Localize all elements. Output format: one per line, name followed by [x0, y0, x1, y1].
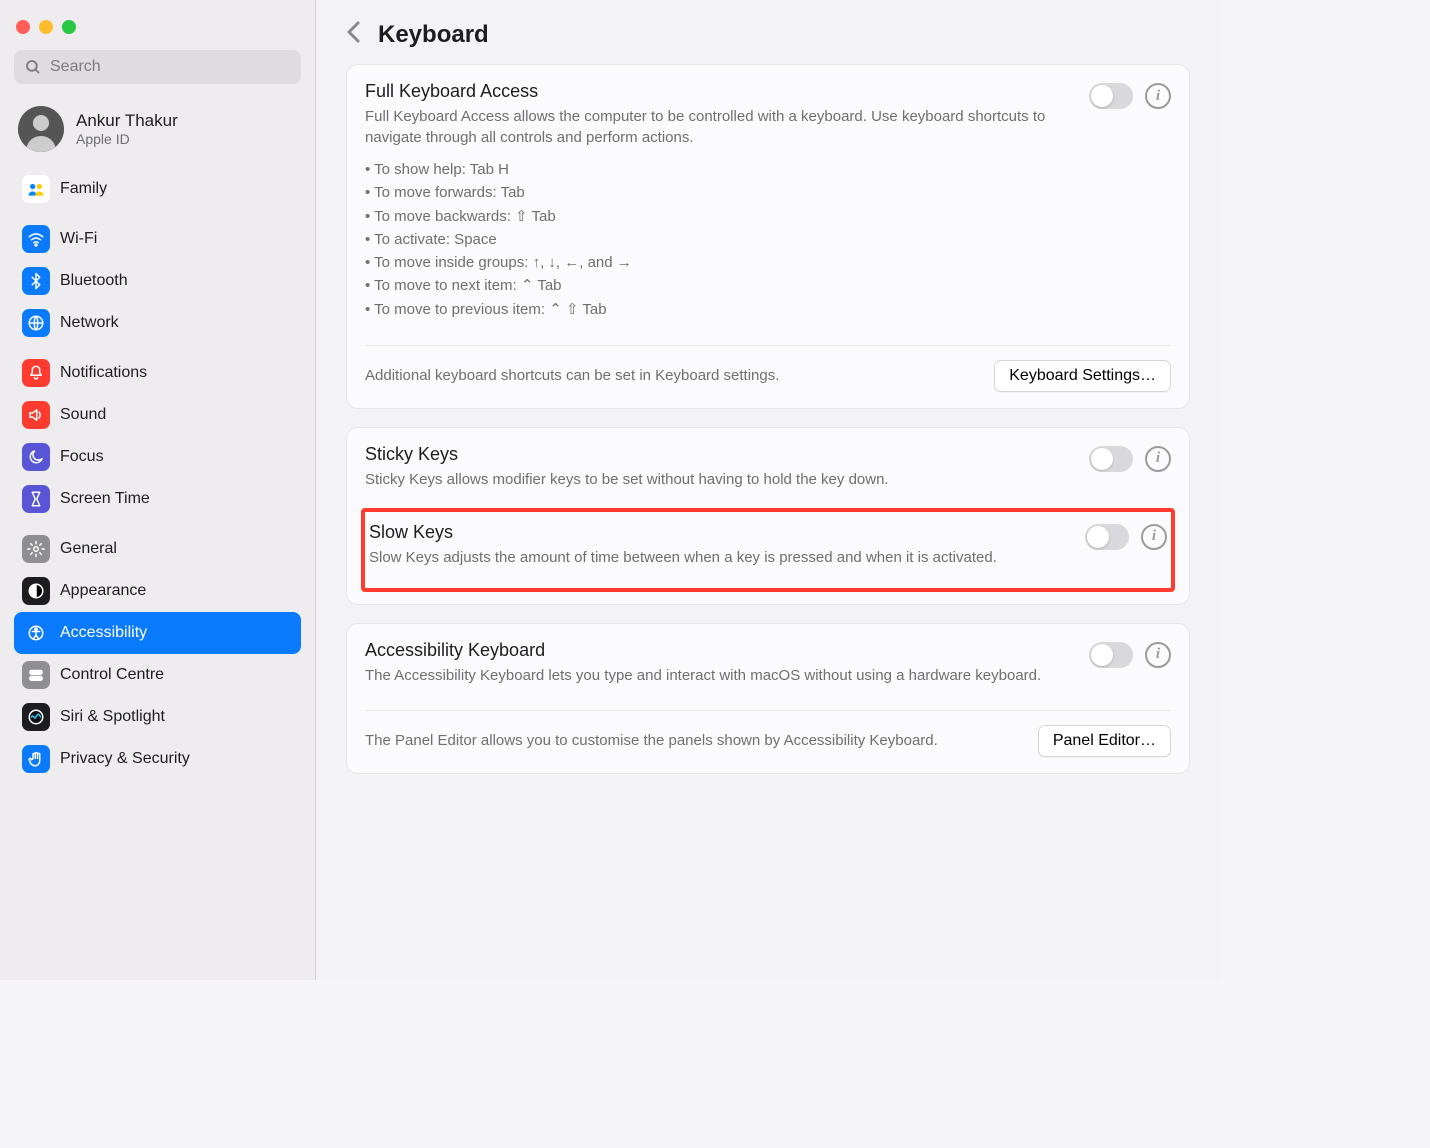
akbd-info-button[interactable]: i: [1145, 642, 1171, 668]
accessibility-keyboard-card: Accessibility Keyboard The Accessibility…: [346, 623, 1190, 774]
sidebar-item-label: Wi-Fi: [60, 230, 97, 248]
search-icon: [24, 58, 42, 76]
family-icon: [22, 175, 50, 203]
slow-keys-info-button[interactable]: i: [1141, 524, 1167, 550]
sidebar-item-label: Network: [60, 314, 119, 332]
sidebar-item-notifications[interactable]: Notifications: [14, 352, 301, 394]
shortcut-item: • To activate: Space: [365, 228, 1077, 251]
back-button[interactable]: [346, 20, 362, 50]
shortcut-item: • To move forwards: Tab: [365, 181, 1077, 204]
full-kb-title: Full Keyboard Access: [365, 81, 1077, 102]
sidebar-item-label: Appearance: [60, 582, 146, 600]
sidebar-item-label: Screen Time: [60, 490, 150, 508]
sidebar-item-label: Control Centre: [60, 666, 164, 684]
user-name: Ankur Thakur: [76, 111, 178, 131]
slow-keys-desc: Slow Keys adjusts the amount of time bet…: [369, 547, 1073, 568]
ctrlc-icon: [22, 661, 50, 689]
search-field[interactable]: [14, 50, 301, 84]
akbd-title: Accessibility Keyboard: [365, 640, 1077, 661]
sound-icon: [22, 401, 50, 429]
window-controls: [14, 14, 301, 50]
sidebar-item-screen-time[interactable]: Screen Time: [14, 478, 301, 520]
full-kb-desc: Full Keyboard Access allows the computer…: [365, 106, 1077, 148]
shortcut-item: • To move to previous item: ⌃ ⇧ Tab: [365, 298, 1077, 321]
sticky-keys-info-button[interactable]: i: [1145, 446, 1171, 472]
sidebar-item-siri-spotlight[interactable]: Siri & Spotlight: [14, 696, 301, 738]
search-input[interactable]: [50, 58, 291, 76]
sticky-keys-desc: Sticky Keys allows modifier keys to be s…: [365, 469, 1077, 490]
sidebar-item-general[interactable]: General: [14, 528, 301, 570]
sidebar-item-label: Siri & Spotlight: [60, 708, 165, 726]
sticky-keys-title: Sticky Keys: [365, 444, 1077, 465]
sidebar-item-family[interactable]: Family: [14, 168, 301, 210]
sidebar-item-appearance[interactable]: Appearance: [14, 570, 301, 612]
user-sub: Apple ID: [76, 131, 178, 147]
apple-id-row[interactable]: Ankur Thakur Apple ID: [14, 102, 301, 168]
sidebar-item-label: Bluetooth: [60, 272, 128, 290]
shortcut-item: • To move inside groups: ↑, ↓, ←, and →: [365, 251, 1077, 274]
slow-keys-highlight: Slow Keys Slow Keys adjusts the amount o…: [361, 508, 1175, 592]
wifi-icon: [22, 225, 50, 253]
sidebar-item-label: Accessibility: [60, 624, 147, 642]
full-kb-info-button[interactable]: i: [1145, 83, 1171, 109]
minimize-window-button[interactable]: [39, 20, 53, 34]
full-kb-toggle[interactable]: [1089, 83, 1133, 109]
sidebar-item-accessibility[interactable]: Accessibility: [14, 612, 301, 654]
shortcut-item: • To move to next item: ⌃ Tab: [365, 274, 1077, 297]
hand-icon: [22, 745, 50, 773]
page-title: Keyboard: [378, 21, 489, 49]
keys-card: Sticky Keys Sticky Keys allows modifier …: [346, 427, 1190, 605]
shortcut-list: • To show help: Tab H• To move forwards:…: [365, 158, 1077, 321]
sidebar-item-control-centre[interactable]: Control Centre: [14, 654, 301, 696]
sidebar-item-label: Notifications: [60, 364, 147, 382]
sidebar-item-network[interactable]: Network: [14, 302, 301, 344]
full-kb-extra-desc: Additional keyboard shortcuts can be set…: [365, 365, 980, 386]
sidebar-item-wi-fi[interactable]: Wi-Fi: [14, 218, 301, 260]
full-keyboard-access-card: Full Keyboard Access Full Keyboard Acces…: [346, 64, 1190, 409]
globe-icon: [22, 309, 50, 337]
moon-icon: [22, 443, 50, 471]
slow-keys-toggle[interactable]: [1085, 524, 1129, 550]
sidebar-item-label: Focus: [60, 448, 104, 466]
sidebar-item-label: Family: [60, 180, 107, 198]
panel-editor-button[interactable]: Panel Editor…: [1038, 725, 1171, 757]
sidebar-item-label: Privacy & Security: [60, 750, 190, 768]
hour-icon: [22, 485, 50, 513]
avatar: [18, 106, 64, 152]
maximize-window-button[interactable]: [62, 20, 76, 34]
appear-icon: [22, 577, 50, 605]
akbd-desc: The Accessibility Keyboard lets you type…: [365, 665, 1077, 686]
panel-editor-desc: The Panel Editor allows you to customise…: [365, 730, 1024, 751]
header: Keyboard: [316, 0, 1220, 64]
shortcut-item: • To show help: Tab H: [365, 158, 1077, 181]
sidebar-item-sound[interactable]: Sound: [14, 394, 301, 436]
siri-icon: [22, 703, 50, 731]
sidebar-item-focus[interactable]: Focus: [14, 436, 301, 478]
sidebar: Ankur Thakur Apple ID Family Wi-Fi Blueto…: [0, 0, 316, 980]
sidebar-item-privacy-security[interactable]: Privacy & Security: [14, 738, 301, 780]
shortcut-item: • To move backwards: ⇧ Tab: [365, 205, 1077, 228]
sidebar-item-bluetooth[interactable]: Bluetooth: [14, 260, 301, 302]
close-window-button[interactable]: [16, 20, 30, 34]
sidebar-item-label: Sound: [60, 406, 106, 424]
bt-icon: [22, 267, 50, 295]
keyboard-settings-button[interactable]: Keyboard Settings…: [994, 360, 1171, 392]
slow-keys-title: Slow Keys: [369, 522, 1073, 543]
access-icon: [22, 619, 50, 647]
sticky-keys-toggle[interactable]: [1089, 446, 1133, 472]
bell-icon: [22, 359, 50, 387]
akbd-toggle[interactable]: [1089, 642, 1133, 668]
main-panel: Keyboard Full Keyboard Access Full Keybo…: [316, 0, 1220, 980]
gear-icon: [22, 535, 50, 563]
sidebar-item-label: General: [60, 540, 117, 558]
